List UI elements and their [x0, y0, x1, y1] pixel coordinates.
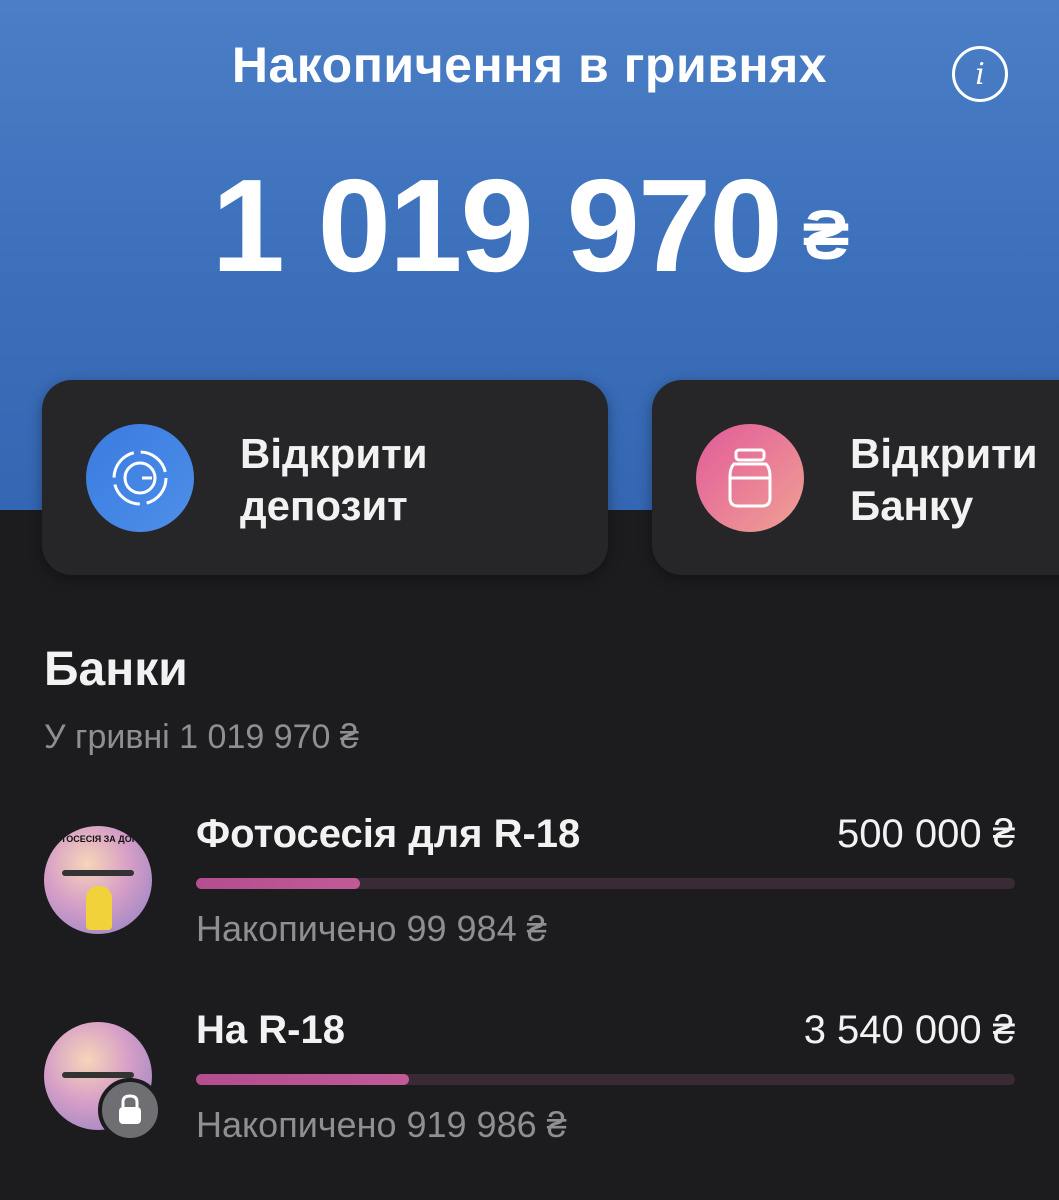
- section-title: Банки: [44, 643, 188, 696]
- drone-graphic: [62, 870, 134, 876]
- jar-icon: [696, 424, 804, 532]
- open-deposit-label: Відкрити депозит: [240, 430, 428, 529]
- info-icon[interactable]: i: [952, 46, 1008, 102]
- progress-fill: [196, 878, 360, 889]
- progress-fill: [196, 1074, 409, 1085]
- open-jar-label: Відкрити Банку: [850, 430, 1038, 529]
- jar-name: На R-18: [196, 1008, 345, 1052]
- section-subtitle: У гривні 1 019 970 ₴: [44, 718, 359, 756]
- lock-icon: [98, 1078, 162, 1142]
- person-graphic: [86, 886, 112, 930]
- jar-saved: Накопичено 919 986 ₴: [196, 1104, 567, 1145]
- jar-saved: Накопичено 99 984 ₴: [196, 908, 547, 949]
- avatar-caption: ФОТОСЕСІЯ ЗА ДОНАТ: [46, 834, 150, 844]
- page-title: Накопичення в гривнях: [231, 37, 828, 93]
- jar-name: Фотосесія для R-18: [196, 812, 581, 856]
- drone-graphic: [62, 1072, 134, 1078]
- progress-bar: [196, 1074, 1015, 1085]
- jar-avatar: ФОТОСЕСІЯ ЗА ДОНАТ: [44, 826, 152, 934]
- open-jar-button[interactable]: Відкрити Банку: [652, 380, 1059, 575]
- jar-list-item[interactable]: На R-18 3 540 000 ₴ Накопичено 919 986 ₴: [0, 1008, 1059, 1158]
- jar-list-item[interactable]: ФОТОСЕСІЯ ЗА ДОНАТ Фотосесія для R-18 50…: [0, 812, 1059, 962]
- open-deposit-button[interactable]: Відкрити депозит: [42, 380, 608, 575]
- total-balance: 1 019 970 ₴: [0, 150, 1059, 301]
- jar-goal: 3 540 000 ₴: [803, 1008, 1015, 1052]
- progress-bar: [196, 878, 1015, 889]
- deposit-target-icon: [86, 424, 194, 532]
- jar-goal: 500 000 ₴: [837, 812, 1015, 856]
- balance-amount: 1 019 970: [211, 152, 783, 299]
- currency-symbol: ₴: [802, 196, 850, 274]
